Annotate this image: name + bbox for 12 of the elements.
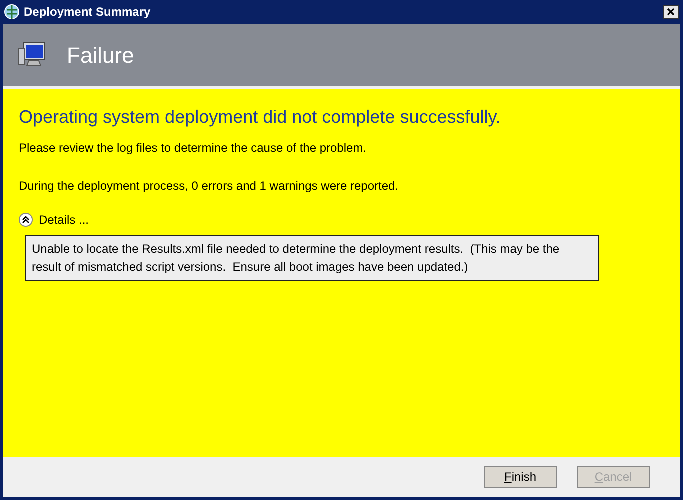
- summary-message: During the deployment process, 0 errors and 1 warnings were reported.: [19, 178, 399, 195]
- close-icon: [667, 8, 675, 16]
- details-text: Unable to locate the Results.xml file needed to determine the deployment results. (This may be the result of mismatched script versions. Ensure all boot images have been updated.): [25, 235, 599, 281]
- details-toggle[interactable]: Details ...: [19, 211, 90, 229]
- status-title: Failure: [67, 42, 134, 70]
- result-heading: Operating system deployment did not complete successfully.: [19, 106, 501, 129]
- globe-icon: [4, 4, 20, 20]
- close-button[interactable]: [663, 5, 679, 19]
- computer-icon: [17, 41, 47, 69]
- dialog-button[interactable]: Finish: [484, 466, 557, 488]
- review-message: Please review the log files to determine the cause of the problem.: [19, 140, 367, 157]
- window-title: Deployment Summary: [24, 4, 151, 21]
